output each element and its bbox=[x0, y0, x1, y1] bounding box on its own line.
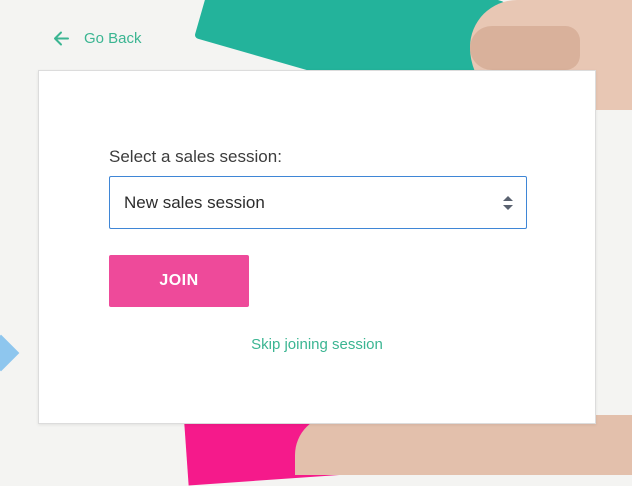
session-card: Select a sales session: New sales sessio… bbox=[38, 70, 596, 424]
go-back-link[interactable]: Go Back bbox=[53, 30, 142, 47]
skip-joining-link[interactable]: Skip joining session bbox=[39, 336, 595, 353]
skip-joining-label: Skip joining session bbox=[251, 336, 383, 353]
join-button[interactable]: JOIN bbox=[109, 255, 249, 307]
session-select-value: New sales session bbox=[124, 192, 265, 212]
session-select-label: Select a sales session: bbox=[109, 147, 282, 166]
arrow-left-icon bbox=[54, 31, 69, 46]
background-hand-finger bbox=[470, 26, 580, 70]
go-back-label: Go Back bbox=[84, 30, 142, 47]
session-select[interactable]: New sales session bbox=[109, 176, 527, 229]
select-arrows-icon bbox=[503, 196, 513, 210]
background-blue-shape bbox=[0, 334, 20, 372]
background-hand-bottom bbox=[295, 415, 632, 475]
